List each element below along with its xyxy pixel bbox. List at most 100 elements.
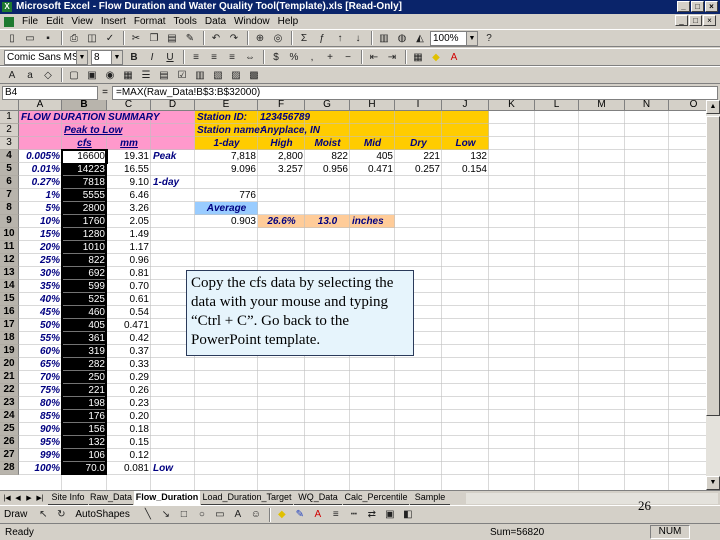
cfs-cell[interactable]: 1010 <box>62 241 107 254</box>
mm-cell[interactable]: 0.29 <box>107 371 151 384</box>
lock-icon[interactable]: ▥ <box>192 68 208 83</box>
mm-cell[interactable]: 0.471 <box>107 319 151 332</box>
mm-cell[interactable]: 0.18 <box>107 423 151 436</box>
range-header[interactable]: 1-day <box>195 137 258 150</box>
comma-icon[interactable]: , <box>304 50 320 65</box>
column-header-n[interactable]: N <box>625 100 669 111</box>
first-sheet-icon[interactable]: |◀ <box>2 493 12 504</box>
tab-load-duration-target[interactable]: Load_Duration_Target <box>201 491 293 505</box>
percentile-cell[interactable]: 70% <box>19 371 62 384</box>
draw-font-color-icon[interactable]: A <box>310 507 326 522</box>
percentile-cell[interactable]: 1% <box>19 189 62 202</box>
summary-mm-value[interactable]: 0.471 <box>350 163 395 176</box>
percentile-cell[interactable]: 99% <box>19 449 62 462</box>
minimize-button[interactable]: _ <box>677 1 690 12</box>
checkbox-icon[interactable]: ☑ <box>174 68 190 83</box>
form-icon[interactable]: ▢ <box>66 68 82 83</box>
line-color-icon[interactable]: ✎ <box>292 507 308 522</box>
drawing-icon[interactable]: ◭ <box>412 31 428 46</box>
row-header-27[interactable]: 27 <box>0 449 19 462</box>
percent-icon[interactable]: % <box>286 50 302 65</box>
cfs-cell[interactable]: 198 <box>62 397 107 410</box>
mm-cell[interactable]: 2.05 <box>107 215 151 228</box>
row-header-5[interactable]: 5 <box>0 163 19 176</box>
oval-icon[interactable]: ○ <box>194 507 210 522</box>
station-name-value[interactable]: Anyplace, IN <box>258 124 320 137</box>
row-header-15[interactable]: 15 <box>0 293 19 306</box>
line-icon[interactable]: ╲ <box>140 507 156 522</box>
paste-icon[interactable]: ▤ <box>164 31 180 46</box>
font-select[interactable]: Comic Sans MS ▼ <box>4 49 88 65</box>
decrease-indent-icon[interactable]: ⇤ <box>366 50 382 65</box>
column-header-a[interactable]: A <box>19 100 62 111</box>
scroll-up-icon[interactable]: ▲ <box>706 100 720 114</box>
close-button[interactable]: × <box>705 1 718 12</box>
percentile-cell[interactable]: 0.01% <box>19 163 62 176</box>
percentile-cell[interactable]: 35% <box>19 280 62 293</box>
summary-mm-value[interactable]: 0.154 <box>442 163 489 176</box>
undo-icon[interactable]: ↶ <box>208 31 224 46</box>
next-sheet-icon[interactable]: ▶ <box>24 493 34 504</box>
mm-cell[interactable]: 0.96 <box>107 254 151 267</box>
select-objects-icon[interactable]: ↖ <box>35 507 51 522</box>
percentile-cell[interactable]: 15% <box>19 228 62 241</box>
vertical-scroll-thumb[interactable] <box>706 116 720 416</box>
sort-asc-icon[interactable]: ↑ <box>332 31 348 46</box>
italic-icon[interactable]: I <box>144 50 160 65</box>
mm-cell[interactable]: 19.31 <box>107 150 151 163</box>
menu-file[interactable]: File <box>18 16 42 27</box>
cfs-cell[interactable]: 525 <box>62 293 107 306</box>
sort-desc-icon[interactable]: ↓ <box>350 31 366 46</box>
percentile-cell[interactable]: 50% <box>19 319 62 332</box>
column-header-k[interactable]: K <box>489 100 535 111</box>
cfs-header[interactable]: cfs <box>62 137 107 150</box>
peak-to-low-label[interactable]: Peak to Low <box>62 124 122 137</box>
rectangle-icon[interactable]: □ <box>176 507 192 522</box>
cfs-cell[interactable]: 1280 <box>62 228 107 241</box>
percent-value[interactable]: 26.6% <box>258 215 305 228</box>
mm-cell[interactable]: 0.33 <box>107 358 151 371</box>
summary-cfs-value[interactable]: 132 <box>442 150 489 163</box>
percentile-cell[interactable]: 95% <box>19 436 62 449</box>
mm-cell[interactable]: 16.55 <box>107 163 151 176</box>
inches-value[interactable]: 13.0 <box>305 215 350 228</box>
percentile-cell[interactable]: 85% <box>19 410 62 423</box>
hyperlink-icon[interactable]: ⊕ <box>252 31 268 46</box>
row-header-10[interactable]: 10 <box>0 228 19 241</box>
text-style-icon[interactable]: A <box>4 68 20 83</box>
help-icon[interactable]: ? <box>481 31 497 46</box>
cfs-cell[interactable]: 460 <box>62 306 107 319</box>
menu-format[interactable]: Format <box>130 16 170 27</box>
summary-mm-value[interactable]: 0.956 <box>305 163 350 176</box>
borders-icon[interactable]: ▦ <box>410 50 426 65</box>
summary-cfs-value[interactable]: 405 <box>350 150 395 163</box>
row-header-11[interactable]: 11 <box>0 241 19 254</box>
open-icon[interactable]: ▭ <box>22 31 38 46</box>
font-size-select[interactable]: 8 ▼ <box>91 49 123 65</box>
line-style-icon[interactable]: ≡ <box>328 507 344 522</box>
workbook-close-button[interactable]: × <box>703 15 716 26</box>
arrow-style-icon[interactable]: ⇄ <box>364 507 380 522</box>
percentile-cell[interactable]: 60% <box>19 345 62 358</box>
align-left-icon[interactable]: ≡ <box>188 50 204 65</box>
name-box[interactable]: B4 <box>2 85 98 100</box>
cfs-cell[interactable]: 132 <box>62 436 107 449</box>
row-header-18[interactable]: 18 <box>0 332 19 345</box>
save-icon[interactable]: ▪ <box>40 31 56 46</box>
chart-wizard-icon[interactable]: ▥ <box>376 31 392 46</box>
summary-mm-value[interactable]: 3.257 <box>258 163 305 176</box>
station-id-label[interactable]: Station ID: <box>195 111 258 124</box>
workbook-restore-button[interactable]: □ <box>689 15 702 26</box>
select-all-corner[interactable] <box>0 100 19 111</box>
percentile-cell[interactable]: 10% <box>19 215 62 228</box>
workbook-icon[interactable] <box>4 16 14 27</box>
cfs-cell[interactable]: 176 <box>62 410 107 423</box>
menu-view[interactable]: View <box>67 16 97 27</box>
row-header-26[interactable]: 26 <box>0 436 19 449</box>
menu-edit[interactable]: Edit <box>42 16 67 27</box>
cut-icon[interactable]: ✂ <box>128 31 144 46</box>
tab-flow-duration[interactable]: Flow_Duration <box>134 491 200 505</box>
low-label[interactable]: Low <box>151 462 195 475</box>
control-icon[interactable]: ▣ <box>84 68 100 83</box>
percentile-cell[interactable]: 55% <box>19 332 62 345</box>
